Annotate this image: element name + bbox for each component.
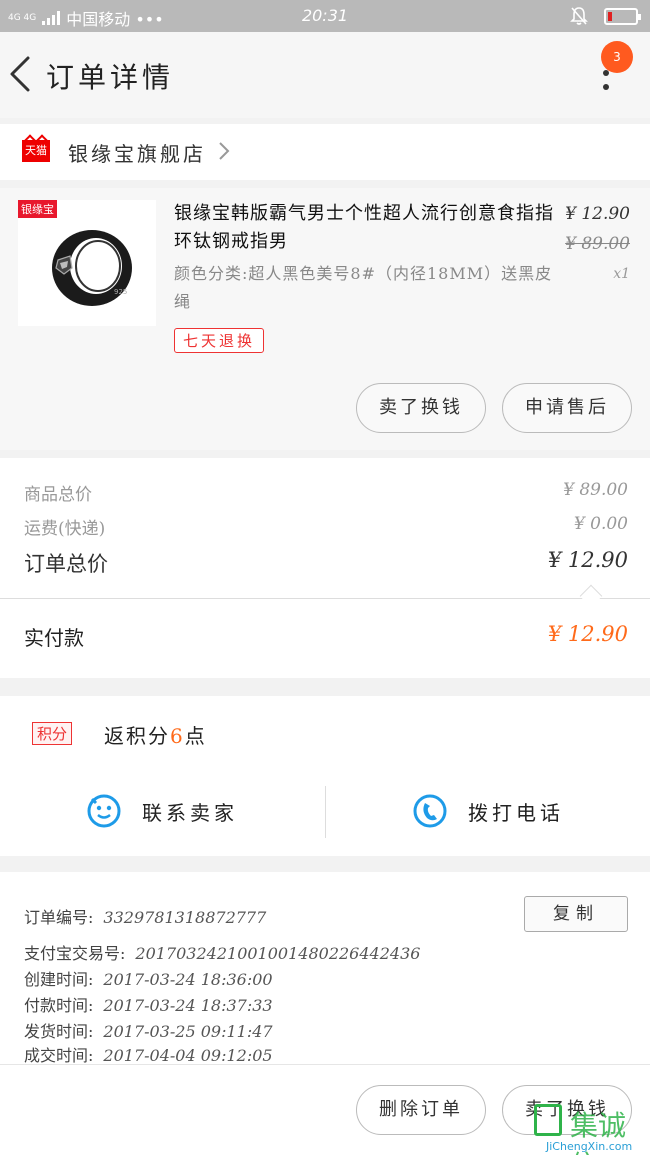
watermark-logo: 集诚信 JiChengXin.com [532, 1104, 650, 1155]
product-card[interactable]: 银缘宝 925 银缘宝韩版霸气男士个性超人流行创意食指指环钛钢戒指男 颜色分类:… [0, 188, 650, 450]
resell-button[interactable]: 卖了换钱 [356, 383, 486, 433]
created-time-value: 2017-03-24 18:36:00 [103, 970, 273, 989]
ring-image-icon: 925 [52, 230, 132, 306]
completed-time-value: 2017-04-04 09:12:05 [103, 1046, 273, 1065]
points-amount: 6 [170, 724, 185, 748]
phone-icon [413, 794, 447, 828]
action-divider [325, 786, 326, 838]
clock: 20:31 [301, 6, 349, 25]
product-image[interactable]: 银缘宝 925 [18, 200, 156, 326]
shop-name: 银缘宝旗舰店 [68, 142, 206, 166]
points-prefix: 返积分 [104, 724, 170, 748]
product-quantity: x1 [613, 266, 630, 282]
watermark-box-icon [534, 1104, 562, 1136]
completed-time-row: 成交时间: 2017-04-04 09:12:05 [24, 1042, 273, 1066]
alipay-number-row: 支付宝交易号: 2017032421001001480226442436 [24, 940, 420, 964]
paid-time-row: 付款时间: 2017-03-24 18:37:33 [24, 992, 273, 1016]
shipping-value: ¥ 0.00 [573, 514, 628, 534]
shipping-label: 运费(快递) [24, 519, 106, 539]
product-original-price: ¥ 89.00 [565, 234, 630, 254]
goods-total-label: 商品总价 [24, 485, 92, 505]
product-price: ¥ 12.90 [565, 204, 630, 224]
top-navigation-bar: 订单详情 3 [0, 32, 650, 118]
mute-bell-icon [570, 7, 588, 25]
chat-face-icon [87, 794, 121, 828]
back-arrow-icon[interactable] [4, 54, 38, 94]
order-info: 订单编号: 3329781318872777 复制 支付宝交易号: 20170324… [0, 872, 650, 1066]
goods-total-value: ¥ 89.00 [563, 480, 628, 500]
contact-seller-label: 联系卖家 [142, 800, 238, 825]
points-section: 积分 返积分6点 联系卖家 拨打电话 [0, 696, 650, 856]
paid-time-label: 付款时间: [24, 996, 94, 1015]
alipay-number-value: 2017032421001001480226442436 [135, 944, 421, 963]
price-summary: 商品总价 ¥ 89.00 运费(快递) ¥ 0.00 订单总价 ¥ 12.90 … [0, 458, 650, 678]
call-button[interactable]: 拨打电话 [412, 788, 564, 834]
paid-label: 实付款 [24, 626, 84, 650]
battery-icon [604, 7, 641, 25]
call-label: 拨打电话 [468, 800, 564, 825]
order-number-row: 订单编号: 3329781318872777 [24, 904, 266, 928]
notification-badge[interactable]: 3 [601, 41, 633, 73]
chevron-right-icon [219, 142, 230, 160]
tmall-logo-icon: 天猫 [22, 140, 50, 162]
product-attributes: 颜色分类:超人黑色美号8#（内径18MM）送黑皮绳 [174, 264, 553, 311]
copy-button[interactable]: 复制 [524, 896, 628, 932]
paid-value: ¥ 12.90 [547, 622, 628, 646]
divider [0, 598, 650, 599]
order-total-label: 订单总价 [24, 552, 108, 576]
status-right [570, 6, 641, 26]
more-options-icon[interactable] [596, 70, 616, 96]
after-sales-button[interactable]: 申请售后 [502, 383, 632, 433]
completed-time-label: 成交时间: [24, 1046, 94, 1065]
created-time-label: 创建时间: [24, 970, 94, 989]
points-text: 返积分6点 [104, 720, 207, 749]
points-badge: 积分 [32, 722, 73, 745]
shipped-time-label: 发货时间: [24, 1022, 94, 1041]
shop-row[interactable]: 天猫 银缘宝旗舰店 [0, 124, 650, 180]
alipay-number-label: 支付宝交易号: [24, 944, 126, 963]
shipped-time-row: 发货时间: 2017-03-25 09:11:47 [24, 1018, 273, 1042]
order-number-label: 订单编号: [24, 908, 94, 927]
contact-seller-button[interactable]: 联系卖家 [86, 788, 238, 834]
order-number-value: 3329781318872777 [103, 908, 267, 927]
order-total-value: ¥ 12.90 [547, 548, 628, 572]
paid-time-value: 2017-03-24 18:37:33 [103, 996, 273, 1015]
shipped-time-value: 2017-03-25 09:11:47 [103, 1022, 273, 1041]
created-time-row: 创建时间: 2017-03-24 18:36:00 [24, 966, 273, 990]
product-title[interactable]: 银缘宝韩版霸气男士个性超人流行创意食指指环钛钢戒指男 [174, 200, 556, 256]
svg-text:925: 925 [114, 288, 127, 296]
seven-day-return-tag: 七天退换 [174, 328, 265, 353]
points-suffix: 点 [184, 724, 207, 748]
watermark-url: JiChengXin.com [546, 1140, 633, 1153]
status-bar: 4G 4G 中国移动 ••• 20:31 [0, 0, 650, 32]
delete-order-button[interactable]: 删除订单 [356, 1085, 486, 1135]
caret-decoration [579, 584, 603, 608]
page-title: 订单详情 [46, 61, 175, 94]
